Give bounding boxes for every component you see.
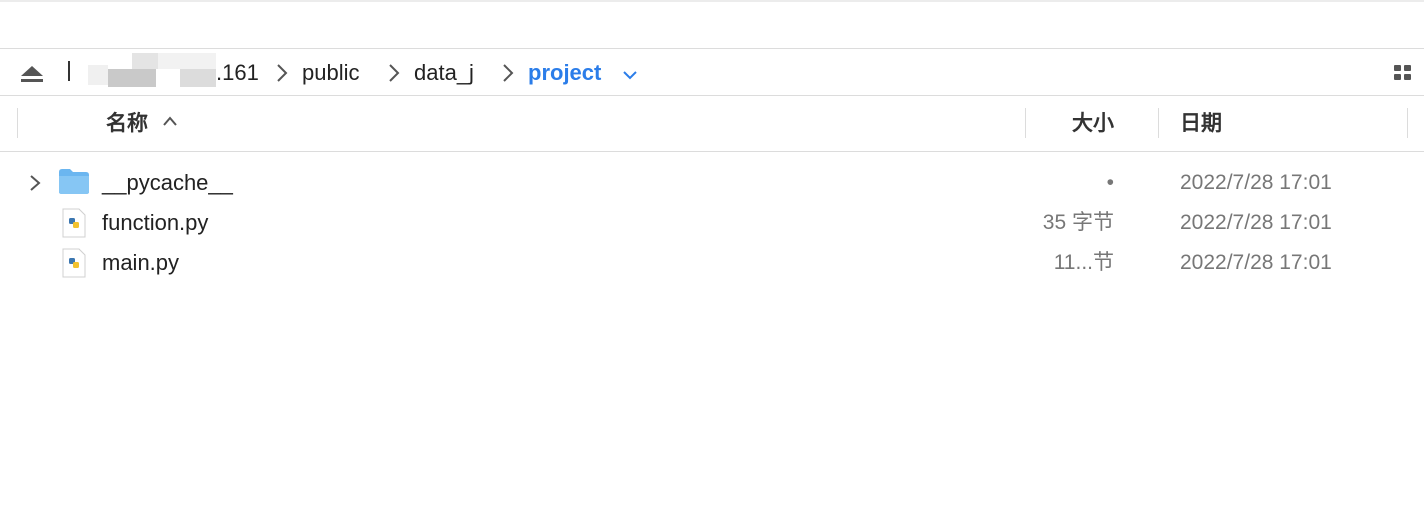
file-date: 2022/7/28 17:01: [1180, 251, 1332, 274]
chevron-down-icon[interactable]: [622, 69, 638, 81]
view-grid-icon[interactable]: [1394, 65, 1412, 81]
eject-icon[interactable]: [20, 65, 44, 83]
file-size: •: [1106, 171, 1114, 194]
breadcrumb-current-folder[interactable]: project: [528, 60, 601, 86]
file-row-function-py[interactable]: function.py 35 字节 2022/7/28 17:01: [0, 202, 1424, 242]
file-row-pycache[interactable]: __pycache__ • 2022/7/28 17:01: [0, 162, 1424, 202]
file-size: 11...节: [1053, 251, 1114, 274]
column-size-header[interactable]: 大小: [1072, 111, 1114, 137]
file-name: main.py: [102, 250, 180, 275]
column-divider[interactable]: [1025, 108, 1026, 138]
python-file-icon: [62, 248, 86, 278]
chevron-right-icon: [277, 64, 288, 82]
python-file-icon: [62, 208, 86, 238]
file-name: __pycache__: [102, 170, 233, 195]
breadcrumb-host[interactable]: .161: [216, 60, 259, 86]
column-header: 名称 大小 日期: [0, 96, 1424, 152]
breadcrumb-public[interactable]: public: [302, 60, 359, 86]
column-date-header[interactable]: 日期: [1180, 111, 1222, 137]
column-divider[interactable]: [1158, 108, 1159, 138]
breadcrumb-data-j[interactable]: data_j: [414, 60, 474, 86]
file-row-main-py[interactable]: main.py 11...节 2022/7/28 17:01: [0, 242, 1424, 282]
column-divider[interactable]: [1407, 108, 1408, 138]
folder-icon: [59, 169, 89, 194]
window-top-area: [0, 0, 1424, 48]
chevron-right-icon: [389, 64, 400, 82]
path-bar: .161 public data_j project: [0, 48, 1424, 96]
path-separator-pipe: [68, 61, 70, 81]
file-date: 2022/7/28 17:01: [1180, 211, 1332, 234]
file-date: 2022/7/28 17:01: [1180, 171, 1332, 194]
sort-ascending-icon[interactable]: [160, 114, 180, 128]
file-name: function.py: [102, 210, 209, 235]
chevron-right-icon: [503, 64, 514, 82]
disclosure-triangle-icon[interactable]: [26, 173, 44, 193]
column-name-header[interactable]: 名称: [106, 111, 148, 137]
file-size: 35 字节: [1042, 211, 1114, 234]
